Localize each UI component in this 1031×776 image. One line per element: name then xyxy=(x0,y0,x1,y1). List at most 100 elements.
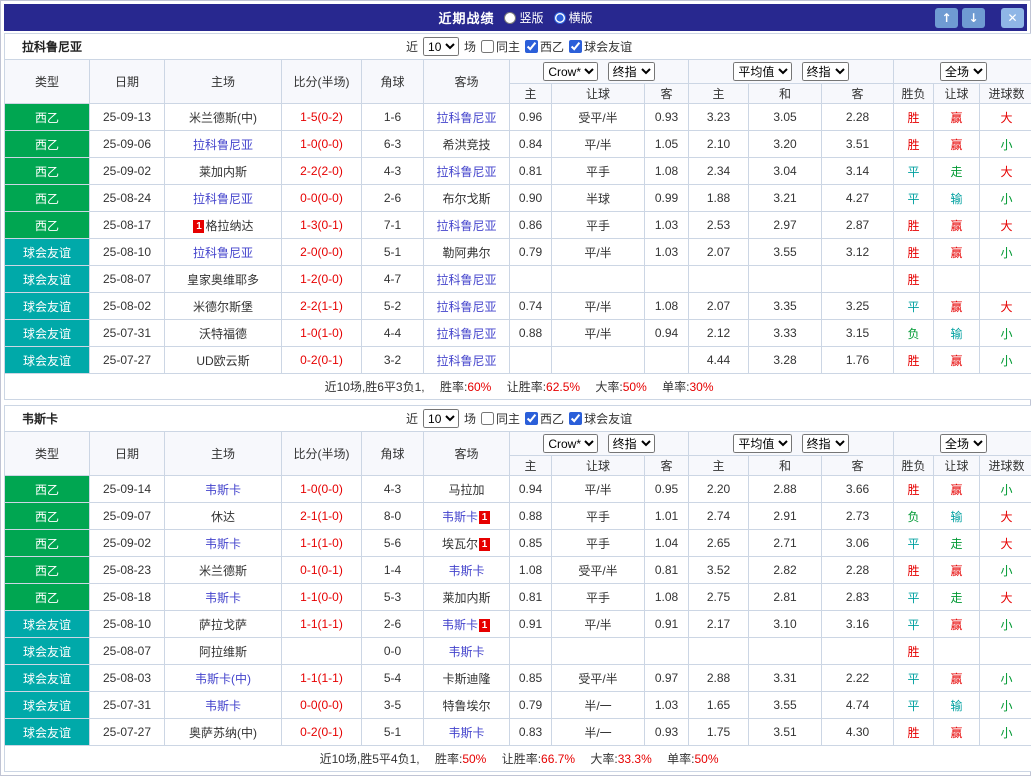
same-home-filter[interactable]: 同主 xyxy=(481,410,520,427)
result-goals: 小 xyxy=(980,347,1031,374)
league-type-badge: 西乙 xyxy=(5,212,90,239)
result-wdl: 平 xyxy=(894,692,934,719)
result-wdl: 胜 xyxy=(894,476,934,503)
friendly-label: 球会友谊 xyxy=(584,410,632,427)
match-score: 1-0(0-0) xyxy=(282,131,362,158)
full-match-select[interactable]: 全场 xyxy=(940,62,987,81)
avg-draw-odds: 2.91 xyxy=(749,503,822,530)
odd-rate: 单率:50% xyxy=(667,752,718,766)
final-index-select-2[interactable]: 终指 xyxy=(802,62,849,81)
team-name: 马拉加 xyxy=(448,483,484,497)
home-team: 韦斯卡(中) xyxy=(165,665,282,692)
same-home-filter[interactable]: 同主 xyxy=(481,38,520,55)
avg-draw-odds: 2.71 xyxy=(749,530,822,557)
summary-row: 近10场,胜6平3负1, 胜率:60% 让胜率:62.5% 大率:50% 单率:… xyxy=(5,374,1031,400)
away-odds: 0.81 xyxy=(645,557,689,584)
friendly-filter[interactable]: 球会友谊 xyxy=(569,410,632,427)
same-home-checkbox[interactable] xyxy=(481,40,494,53)
league-type-badge: 西乙 xyxy=(5,185,90,212)
topbar-buttons: ↑ ↓ ✕ xyxy=(935,8,1027,28)
team-name: 韦斯卡 xyxy=(205,537,241,551)
avg-draw-odds: 2.82 xyxy=(749,557,822,584)
league-checkbox[interactable] xyxy=(525,40,538,53)
team-name: UD欧云斯 xyxy=(196,354,249,368)
scroll-down-button[interactable]: ↓ xyxy=(962,8,985,28)
league-type-badge: 球会友谊 xyxy=(5,692,90,719)
result-wdl: 胜 xyxy=(894,719,934,746)
match-date: 25-07-31 xyxy=(90,320,165,347)
layout-radio-horizontal[interactable]: 横版 xyxy=(554,9,593,26)
scroll-up-button[interactable]: ↑ xyxy=(935,8,958,28)
vertical-radio-label: 竖版 xyxy=(519,9,543,26)
average-select[interactable]: 平均值 xyxy=(733,434,792,453)
match-date: 25-08-07 xyxy=(90,266,165,293)
layout-radio-vertical[interactable]: 竖版 xyxy=(504,9,543,26)
home-team: 韦斯卡 xyxy=(165,584,282,611)
corner-count: 2-6 xyxy=(362,611,424,638)
home-team: 沃特福德 xyxy=(165,320,282,347)
page-title: 近期战绩 xyxy=(438,8,494,27)
league-filter[interactable]: 西乙 xyxy=(525,410,564,427)
avg-draw-odds: 2.97 xyxy=(749,212,822,239)
home-odds: 0.85 xyxy=(510,665,552,692)
corner-count: 3-2 xyxy=(362,347,424,374)
home-odds: 0.79 xyxy=(510,239,552,266)
result-handicap: 赢 xyxy=(934,347,980,374)
match-row: 球会友谊25-07-31沃特福德1-0(1-0)4-4拉科鲁尼亚0.88平/半0… xyxy=(5,320,1031,347)
avg-draw-odds: 3.31 xyxy=(749,665,822,692)
match-row: 西乙25-09-13米兰德斯(中)1-5(0-2)1-6拉科鲁尼亚0.96受平/… xyxy=(5,104,1031,131)
friendly-checkbox[interactable] xyxy=(569,412,582,425)
match-score: 0-2(0-1) xyxy=(282,347,362,374)
odds-company-select[interactable]: Crow* xyxy=(543,62,598,81)
match-score: 1-3(0-1) xyxy=(282,212,362,239)
match-count-select[interactable]: 10 xyxy=(423,409,459,428)
handicap-line xyxy=(552,638,645,665)
avg-away-odds: 2.22 xyxy=(822,665,894,692)
near-label: 近 xyxy=(406,38,418,55)
league-filter[interactable]: 西乙 xyxy=(525,38,564,55)
red-card-badge: 1 xyxy=(193,220,204,233)
final-index-select[interactable]: 终指 xyxy=(608,434,655,453)
summary-row: 近10场,胜5平4负1, 胜率:50% 让胜率:66.7% 大率:33.3% 单… xyxy=(5,746,1031,772)
avg-away-odds xyxy=(822,266,894,293)
same-home-checkbox[interactable] xyxy=(481,412,494,425)
home-team: 米兰德斯(中) xyxy=(165,104,282,131)
home-odds: 0.81 xyxy=(510,158,552,185)
average-select[interactable]: 平均值 xyxy=(733,62,792,81)
full-match-select[interactable]: 全场 xyxy=(940,434,987,453)
avg-draw-odds: 2.81 xyxy=(749,584,822,611)
home-odds: 0.83 xyxy=(510,719,552,746)
result-wdl: 胜 xyxy=(894,638,934,665)
team-name: 皇家奥维耶多 xyxy=(187,273,259,287)
team-section-huesca: 韦斯卡 近 10 场 同主 xyxy=(4,405,1027,772)
team-name: 韦斯卡 xyxy=(448,726,484,740)
home-odds: 0.94 xyxy=(510,476,552,503)
down-arrow-icon: ↓ xyxy=(968,11,978,25)
final-index-select[interactable]: 终指 xyxy=(608,62,655,81)
team-name: 韦斯卡 xyxy=(205,483,241,497)
home-team: 韦斯卡 xyxy=(165,530,282,557)
result-wdl: 负 xyxy=(894,320,934,347)
friendly-checkbox[interactable] xyxy=(569,40,582,53)
match-count-select[interactable]: 10 xyxy=(423,37,459,56)
league-checkbox[interactable] xyxy=(525,412,538,425)
away-team: 马拉加 xyxy=(424,476,510,503)
team-name: 希洪竞技 xyxy=(442,138,490,152)
away-odds: 1.08 xyxy=(645,293,689,320)
away-team: 拉科鲁尼亚 xyxy=(424,347,510,374)
team-name: 米德尔斯堡 xyxy=(193,300,253,314)
vertical-radio[interactable] xyxy=(504,12,516,24)
final-index-select-2[interactable]: 终指 xyxy=(802,434,849,453)
horizontal-radio[interactable] xyxy=(554,12,566,24)
team-name: 拉科鲁尼亚 xyxy=(436,327,496,341)
friendly-filter[interactable]: 球会友谊 xyxy=(569,38,632,55)
team-name: 韦斯卡 xyxy=(448,564,484,578)
handicap-line: 受平/半 xyxy=(552,104,645,131)
match-row: 西乙25-08-24拉科鲁尼亚0-0(0-0)2-6布尔戈斯0.90半球0.99… xyxy=(5,185,1031,212)
match-score: 2-2(2-0) xyxy=(282,158,362,185)
close-button[interactable]: ✕ xyxy=(1001,8,1024,28)
away-odds xyxy=(645,638,689,665)
home-odds: 0.96 xyxy=(510,104,552,131)
result-goals: 小 xyxy=(980,476,1031,503)
odds-company-select[interactable]: Crow* xyxy=(543,434,598,453)
